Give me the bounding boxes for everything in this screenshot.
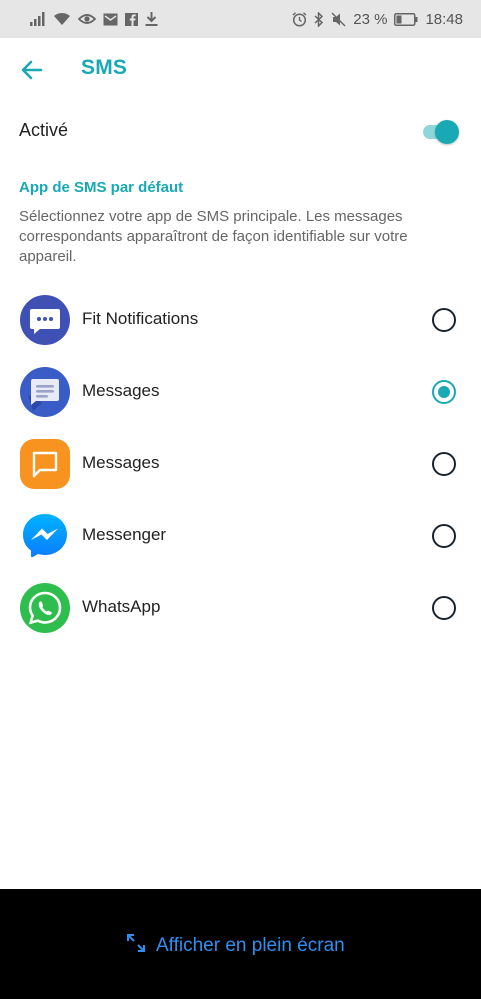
signal-icon [30, 12, 46, 26]
app-name: Messages [82, 381, 160, 400]
app-row-messages-android[interactable]: Messages [0, 356, 481, 428]
bottom-bar: Afficher en plein écran [0, 889, 481, 999]
fullscreen-button[interactable]: Afficher en plein écran [126, 933, 345, 958]
battery-icon [394, 12, 418, 26]
app-name: WhatsApp [82, 597, 161, 616]
radio-button[interactable] [432, 452, 456, 476]
radio-button[interactable] [432, 524, 456, 548]
app-row-whatsapp[interactable]: WhatsApp [0, 572, 481, 644]
whatsapp-icon [20, 583, 70, 633]
download-icon [145, 12, 158, 26]
radio-button[interactable] [432, 308, 456, 332]
app-row-messenger[interactable]: Messenger [0, 500, 481, 572]
enabled-label: Activé [19, 120, 69, 140]
sms-app-list: Fit Notifications Messages Messages Mess… [0, 284, 481, 644]
mail-icon [103, 13, 118, 26]
app-row-messages-samsung[interactable]: Messages [0, 428, 481, 500]
mute-icon [331, 12, 346, 27]
messenger-icon [20, 511, 70, 561]
enabled-toggle[interactable] [421, 120, 459, 144]
app-name: Fit Notifications [82, 309, 199, 328]
battery-percent: 23 % [353, 10, 388, 28]
clock: 18:48 [425, 10, 463, 28]
app-name: Messenger [82, 525, 167, 544]
fullscreen-label: Afficher en plein écran [156, 934, 345, 956]
app-name: Messages [82, 453, 160, 472]
back-button[interactable] [18, 56, 46, 84]
app-bar: SMS [0, 38, 481, 102]
status-right-icons: 23 % 18:48 [292, 11, 463, 28]
samsung-messages-icon [20, 439, 70, 489]
fit-notifications-icon [20, 295, 70, 345]
radio-button[interactable] [432, 596, 456, 620]
enabled-row: Activé [0, 108, 481, 154]
arrow-back-icon [18, 60, 46, 88]
facebook-icon [125, 12, 138, 26]
android-messages-icon [20, 367, 70, 417]
app-row-fit-notifications[interactable]: Fit Notifications [0, 284, 481, 356]
wifi-icon [53, 12, 71, 26]
status-bar: 23 % 18:48 [0, 0, 481, 38]
alarm-icon [292, 11, 307, 27]
radio-button-selected[interactable] [432, 380, 456, 404]
bluetooth-icon [314, 11, 324, 27]
toggle-thumb [435, 120, 459, 144]
page-title: SMS [81, 56, 128, 79]
expand-icon [126, 933, 146, 958]
status-left-icons [30, 12, 158, 26]
section-title: App de SMS par défaut [19, 179, 184, 196]
section-description: Sélectionnez votre app de SMS principale… [19, 208, 408, 265]
eye-icon [78, 13, 96, 25]
radio-dot [438, 386, 450, 398]
